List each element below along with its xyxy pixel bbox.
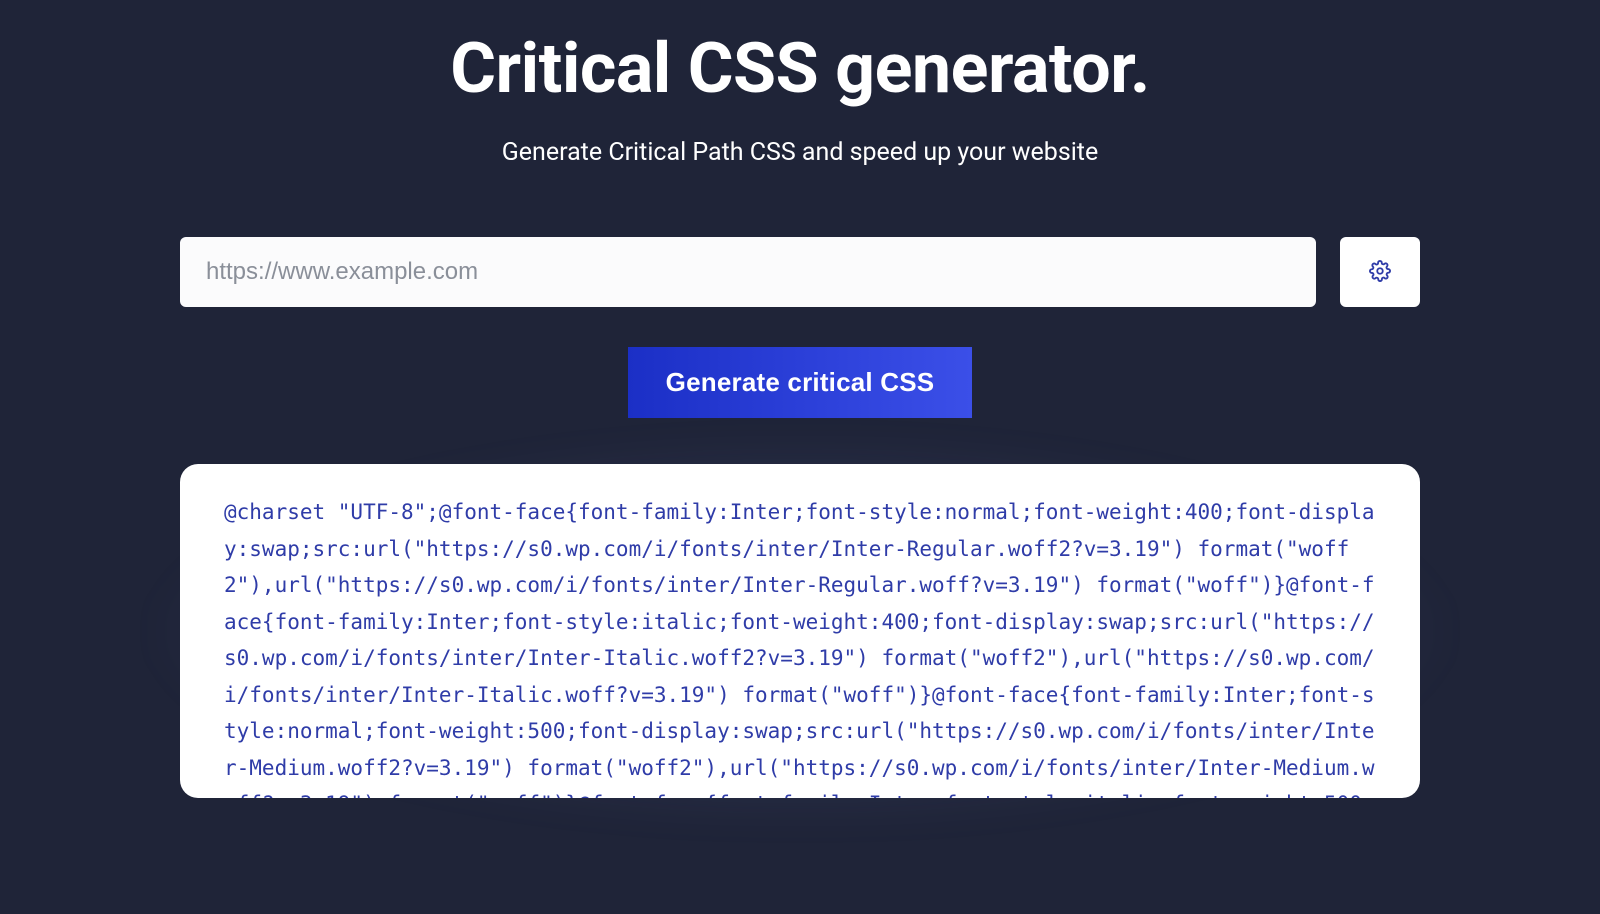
- css-output[interactable]: @charset "UTF-8";@font-face{font-family:…: [180, 464, 1420, 798]
- generate-button[interactable]: Generate critical CSS: [628, 347, 973, 418]
- output-wrapper: @charset "UTF-8";@font-face{font-family:…: [180, 464, 1420, 798]
- input-row: [180, 237, 1420, 307]
- gear-icon: [1369, 260, 1391, 285]
- page-subtitle: Generate Critical Path CSS and speed up …: [180, 138, 1420, 167]
- url-input[interactable]: [180, 237, 1316, 307]
- settings-button[interactable]: [1340, 237, 1420, 307]
- page-title: Critical CSS generator.: [180, 28, 1420, 110]
